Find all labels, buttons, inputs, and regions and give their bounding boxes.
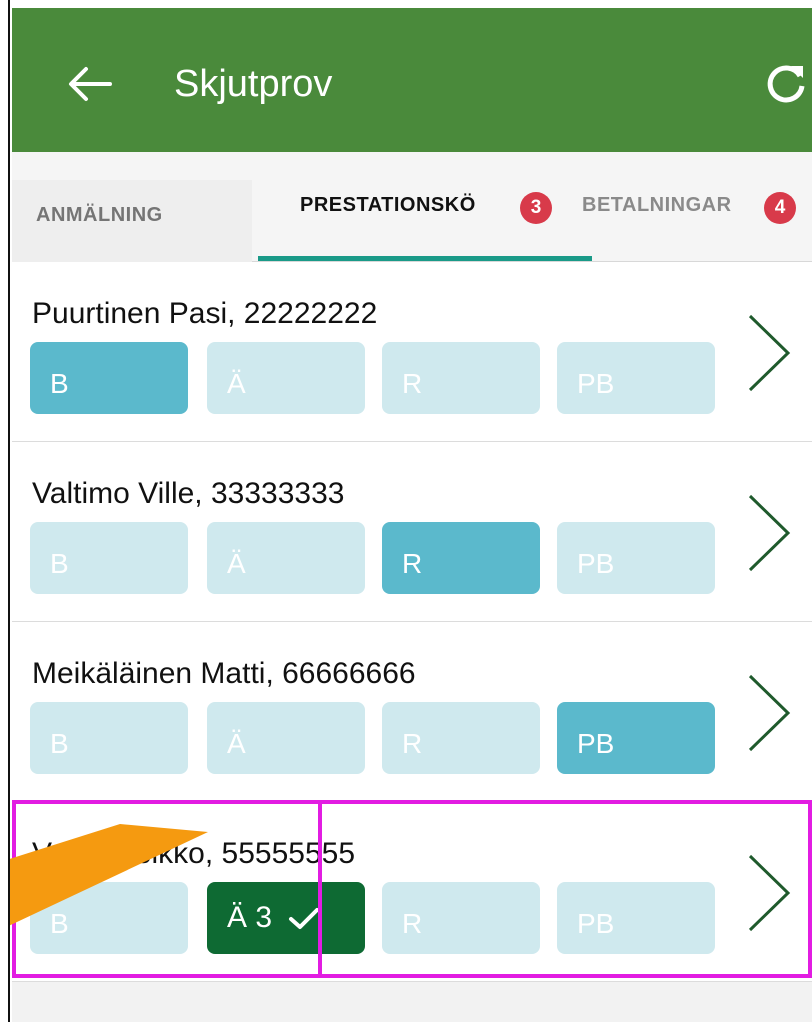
list-item[interactable]: Meikäläinen Matti, 66666666 B Ä R PB xyxy=(12,622,812,802)
check-icon xyxy=(289,908,320,930)
app-bar: Skjutprov xyxy=(12,8,812,152)
page-title: Skjutprov xyxy=(174,63,333,105)
pointer-arrow-icon xyxy=(0,824,208,930)
betalningar-count-badge: 4 xyxy=(764,192,796,224)
prestationsko-count-badge: 3 xyxy=(520,192,552,224)
refresh-icon[interactable] xyxy=(762,62,810,106)
chip-r[interactable]: R xyxy=(382,702,540,774)
person-name: Meikäläinen Matti, 66666666 xyxy=(32,657,416,690)
tab-prestationsko[interactable]: PRESTATIONSKÖ xyxy=(300,194,476,217)
person-name: Puurtinen Pasi, 22222222 xyxy=(32,297,378,330)
chip-r[interactable]: R xyxy=(382,342,540,414)
chip-a-umlaut[interactable]: Ä xyxy=(207,522,365,594)
list-item[interactable]: Valtimo Ville, 33333333 B Ä R PB xyxy=(12,442,812,622)
chip-a-umlaut[interactable]: Ä xyxy=(207,702,365,774)
chevron-right-icon[interactable] xyxy=(744,852,794,934)
person-name: Valtimo Ville, 33333333 xyxy=(32,477,345,510)
chevron-right-icon[interactable] xyxy=(744,672,794,754)
chip-pb[interactable]: PB xyxy=(557,882,715,954)
left-border xyxy=(0,0,10,1022)
chevron-right-icon[interactable] xyxy=(744,312,794,394)
chip-pb[interactable]: PB xyxy=(557,702,715,774)
chip-r[interactable]: R xyxy=(382,522,540,594)
chip-b[interactable]: B xyxy=(30,702,188,774)
tab-bar: ANMÄLNING PRESTATIONSKÖ 3 BETALNINGAR 4 xyxy=(12,152,812,262)
tab-betalningar[interactable]: BETALNINGAR xyxy=(582,194,732,217)
chip-a-umlaut[interactable]: Ä xyxy=(207,342,365,414)
tab-anmalning[interactable]: ANMÄLNING xyxy=(36,204,163,227)
chip-b[interactable]: B xyxy=(30,342,188,414)
selected-tab-indicator xyxy=(258,256,592,261)
chip-b[interactable]: B xyxy=(30,522,188,594)
arrow-left-icon[interactable] xyxy=(66,64,112,104)
chip-r[interactable]: R xyxy=(382,882,540,954)
list-item[interactable]: Puurtinen Pasi, 22222222 B Ä R PB xyxy=(12,262,812,442)
chevron-right-icon[interactable] xyxy=(744,492,794,574)
app-screen: Skjutprov ANMÄLNING PRESTATIONSKÖ 3 BETA… xyxy=(0,0,812,1022)
chip-pb[interactable]: PB xyxy=(557,522,715,594)
bottom-area xyxy=(12,982,812,1022)
chip-pb[interactable]: PB xyxy=(557,342,715,414)
